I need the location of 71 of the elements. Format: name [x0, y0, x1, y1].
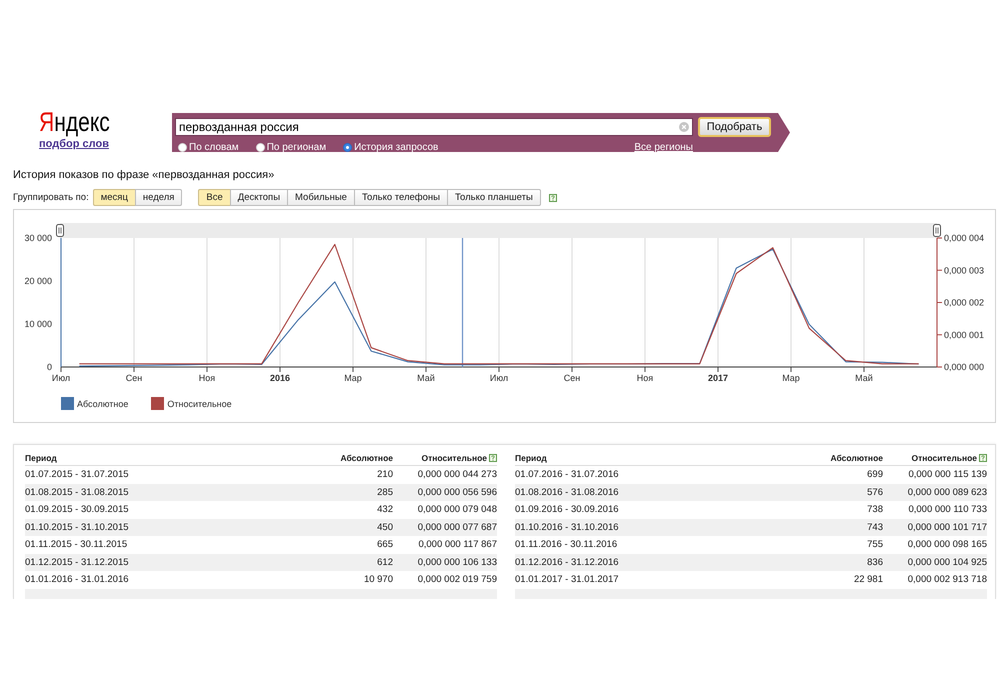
radio-button[interactable] [343, 142, 352, 152]
radio-option[interactable]: По словам [178, 142, 239, 152]
radio-option[interactable]: По регионам [256, 142, 326, 152]
table-cell: 743 [793, 518, 883, 536]
axis-label: Май [417, 373, 435, 383]
toggle-button[interactable]: неделя [134, 189, 182, 206]
regions-link[interactable]: Все регионы [634, 142, 693, 152]
axis-label: Июл [490, 373, 508, 383]
table-cell: 285 [303, 484, 393, 501]
axis-label: Ноя [198, 373, 216, 383]
help-icon[interactable] [489, 454, 497, 462]
table-cell: 0,000 000 101 717 [883, 518, 987, 536]
yandex-logo: Яндекс [38, 108, 110, 136]
axis-label: 2016 [270, 373, 290, 383]
axis-label: Мар [782, 373, 800, 383]
axis-label: 0,000 002 [944, 298, 984, 308]
axis-label: Сен [564, 373, 580, 383]
table-cell: 01.10.2015 - 31.10.2015 [25, 518, 303, 536]
axis-label: Мар [344, 373, 362, 383]
table-cell: 01.08.2015 - 31.08.2015 [25, 484, 303, 501]
drag-handle-icon[interactable] [56, 224, 64, 237]
column-header: Абсолютное [830, 453, 883, 463]
table-cell: 576 [793, 484, 883, 501]
range-slider-track[interactable] [60, 223, 937, 238]
column-header: Период [515, 453, 547, 463]
help-icon[interactable] [979, 454, 987, 462]
column-header: Период [25, 453, 57, 463]
search-button[interactable]: Подобрать [698, 117, 771, 137]
axis-label: Май [855, 373, 873, 383]
help-icon[interactable] [548, 194, 557, 202]
axis-label: 0,000 004 [944, 233, 984, 243]
table-cell: 0,000 000 089 623 [883, 484, 987, 501]
table-cell: 450 [303, 518, 393, 536]
filter-tab[interactable]: Десктопы [230, 189, 288, 206]
table-cell: 01.10.2016 - 31.10.2016 [515, 518, 793, 536]
table-cell: 612 [303, 554, 393, 571]
axis-label: Сен [126, 373, 142, 383]
radio-option[interactable]: История запросов [343, 142, 438, 152]
filter-tab[interactable]: Только планшеты [446, 189, 541, 206]
axis-label: 0 [46, 362, 52, 372]
table-cell: 01.08.2016 - 31.08.2016 [515, 484, 793, 501]
table-cell: 01.12.2016 - 31.12.2016 [515, 554, 793, 571]
axis-label: 20 000 [24, 276, 52, 286]
axis-label: 30 000 [24, 233, 52, 243]
table-cell: 0,000 000 104 925 [883, 554, 987, 571]
page-heading: История показов по фразе «первозданная россия» [13, 168, 274, 182]
axis-label: Июл [52, 373, 70, 383]
axis-label: Ноя [636, 373, 654, 383]
table-cell: 836 [793, 554, 883, 571]
drag-handle-icon[interactable] [933, 224, 941, 237]
toggle-button[interactable]: месяц [92, 189, 136, 206]
axis-label: 0,000 001 [944, 330, 984, 340]
service-link[interactable]: подбор слов [39, 138, 109, 150]
legend-label: Абсолютное [77, 398, 128, 408]
axis-label: 10 000 [24, 319, 52, 329]
column-header: Абсолютное [340, 453, 393, 463]
column-header: Относительное [911, 453, 977, 463]
table-cell: 0,000 000 077 687 [393, 518, 497, 536]
axis-label: 0,000 000 [944, 362, 984, 372]
axis-label: 0,000 003 [944, 265, 984, 276]
axis-label: 2017 [708, 373, 728, 383]
group-label: Группировать по: [13, 192, 89, 203]
table-cell: 0,000 000 106 133 [393, 554, 497, 571]
filter-tab[interactable]: Мобильные [287, 189, 355, 206]
search-field[interactable]: первозданная россия [175, 118, 693, 136]
table-cell: 0,000 000 056 596 [393, 484, 497, 501]
column-header: Относительное [421, 453, 487, 463]
table-cell: 01.12.2015 - 31.12.2015 [25, 554, 303, 571]
legend-label: Относительное [167, 398, 232, 408]
filter-tab[interactable]: Только телефоны [354, 189, 448, 206]
filter-tab[interactable]: Все [198, 189, 231, 206]
